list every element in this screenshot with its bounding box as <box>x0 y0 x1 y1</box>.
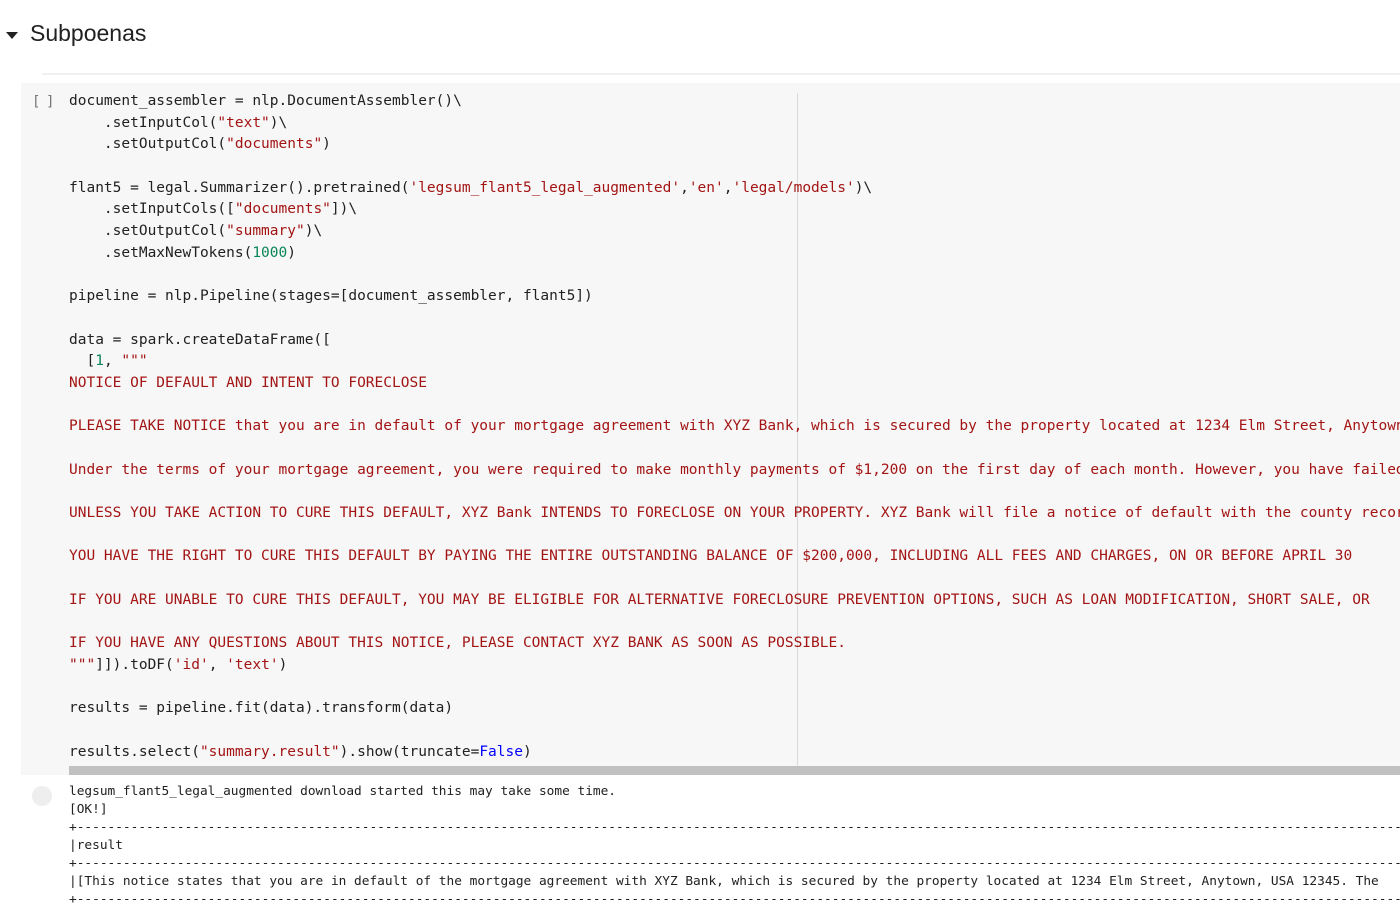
section-header[interactable]: Subpoenas <box>0 0 1400 70</box>
code-line: IF YOU HAVE ANY QUESTIONS ABOUT THIS NOT… <box>69 633 1400 655</box>
code-token: ) <box>278 656 288 673</box>
code-token: Under the terms of your mortgage agreeme… <box>69 461 1400 478</box>
run-bracket-left: [ <box>32 94 41 110</box>
code-line: .setOutputCol("summary")\ <box>69 221 1400 243</box>
code-token: pipeline = nlp.Pipeline(stages=[document… <box>69 288 593 305</box>
code-token: data = spark.createDataFrame([ <box>69 331 331 348</box>
code-token: ) <box>522 743 532 760</box>
table-header-row: |result <box>69 838 123 853</box>
code-token: document_assembler = nlp.DocumentAssembl… <box>69 93 462 109</box>
code-token: 'id' <box>173 656 209 673</box>
code-token: "documents" <box>226 136 323 153</box>
code-token: .setOutputCol( <box>69 136 227 153</box>
code-token: 'legal/models' <box>732 179 855 196</box>
code-token: """ <box>69 656 96 673</box>
section-divider <box>42 73 1400 75</box>
code-line: [1, """ <box>69 351 1400 373</box>
code-token: .setOutputCol( <box>69 223 227 240</box>
code-token: )\ <box>854 179 873 196</box>
code-token: 'text' <box>226 656 279 673</box>
code-token: .setInputCol( <box>69 114 218 131</box>
code-token: results.select( <box>69 743 200 760</box>
code-token: "summary.result" <box>199 743 340 760</box>
code-token: False <box>479 743 523 760</box>
output-text: legsum_flant5_legal_augmented download s… <box>69 783 1400 905</box>
cell-output: legsum_flant5_legal_augmented download s… <box>21 778 1400 905</box>
code-token: , <box>680 179 689 196</box>
code-line: results = pipeline.fit(data).transform(d… <box>69 698 1400 720</box>
run-bracket-right: ] <box>46 94 55 110</box>
code-token: UNLESS YOU TAKE ACTION TO CURE THIS DEFA… <box>69 505 1400 522</box>
code-token: , <box>208 656 227 673</box>
code-line: UNLESS YOU TAKE ACTION TO CURE THIS DEFA… <box>69 503 1400 525</box>
code-token: "text" <box>217 114 270 131</box>
code-token: .setMaxNewTokens( <box>69 244 253 261</box>
code-line: .setOutputCol("documents") <box>69 134 1400 156</box>
code-token: "summary" <box>226 223 305 240</box>
code-token: IF YOU ARE UNABLE TO CURE THIS DEFAULT, … <box>69 591 1370 608</box>
output-ok-message: [OK!] <box>69 802 108 817</box>
code-token: PLEASE TAKE NOTICE that you are in defau… <box>69 418 1400 435</box>
code-token: , <box>103 353 122 370</box>
code-token: )\ <box>269 114 288 131</box>
code-editor[interactable]: document_assembler = nlp.DocumentAssembl… <box>69 91 1400 763</box>
code-token: "documents" <box>234 201 331 218</box>
code-token: results = pipeline.fit(data).transform(d… <box>69 700 454 717</box>
code-line: NOTICE OF DEFAULT AND INTENT TO FORECLOS… <box>69 373 1400 395</box>
code-token: 'en' <box>688 179 724 196</box>
section-title: Subpoenas <box>30 20 147 46</box>
code-token: NOTICE OF DEFAULT AND INTENT TO FORECLOS… <box>69 374 427 391</box>
run-cell-button[interactable]: [ ] <box>32 94 55 112</box>
code-token: )\ <box>304 223 323 240</box>
code-line: pipeline = nlp.Pipeline(stages=[document… <box>69 286 1400 308</box>
code-token: ]]).toDF( <box>95 656 174 673</box>
code-line: """]]).toDF('id', 'text') <box>69 655 1400 677</box>
horizontal-scrollbar[interactable] <box>69 766 1400 775</box>
table-separator: +---------------------------------------… <box>69 892 1400 905</box>
table-separator: +---------------------------------------… <box>69 856 1400 871</box>
code-token: ])\ <box>330 201 358 218</box>
code-token: """ <box>121 353 148 370</box>
code-line: data = spark.createDataFrame([ <box>69 330 1400 352</box>
code-token: ) <box>322 136 331 153</box>
code-line: PLEASE TAKE NOTICE that you are in defau… <box>69 416 1400 438</box>
code-token: .setInputCols([ <box>69 201 235 218</box>
code-line: Under the terms of your mortgage agreeme… <box>69 460 1400 482</box>
code-token: YOU HAVE THE RIGHT TO CURE THIS DEFAULT … <box>69 548 1353 565</box>
table-result-row: |[This notice states that you are in def… <box>69 874 1379 889</box>
code-token: 1000 <box>252 244 288 261</box>
code-token: 1 <box>95 353 104 370</box>
code-token: [ <box>69 353 96 370</box>
code-token: ) <box>287 244 296 261</box>
code-token: flant5 = legal.Summarizer().pretrained( <box>69 179 410 196</box>
code-line: IF YOU ARE UNABLE TO CURE THIS DEFAULT, … <box>69 590 1400 612</box>
code-line: YOU HAVE THE RIGHT TO CURE THIS DEFAULT … <box>69 546 1400 568</box>
code-token: IF YOU HAVE ANY QUESTIONS ABOUT THIS NOT… <box>69 635 846 652</box>
code-line: .setMaxNewTokens(1000) <box>69 243 1400 265</box>
code-cell[interactable]: [ ] document_assembler = nlp.DocumentAss… <box>21 83 1400 775</box>
code-line: .setInputCol("text")\ <box>69 113 1400 135</box>
table-separator: +---------------------------------------… <box>69 820 1400 835</box>
code-token: ).show(truncate= <box>339 743 480 760</box>
output-icon[interactable] <box>32 786 52 806</box>
code-line: document_assembler = nlp.DocumentAssembl… <box>69 91 1400 113</box>
code-token: 'legsum_flant5_legal_augmented' <box>409 179 681 196</box>
output-download-message: legsum_flant5_legal_augmented download s… <box>69 784 617 799</box>
code-line: .setInputCols(["documents"])\ <box>69 199 1400 221</box>
caret-down-icon[interactable] <box>6 32 18 39</box>
code-line: results.select("summary.result").show(tr… <box>69 742 1400 763</box>
code-line: flant5 = legal.Summarizer().pretrained('… <box>69 178 1400 200</box>
